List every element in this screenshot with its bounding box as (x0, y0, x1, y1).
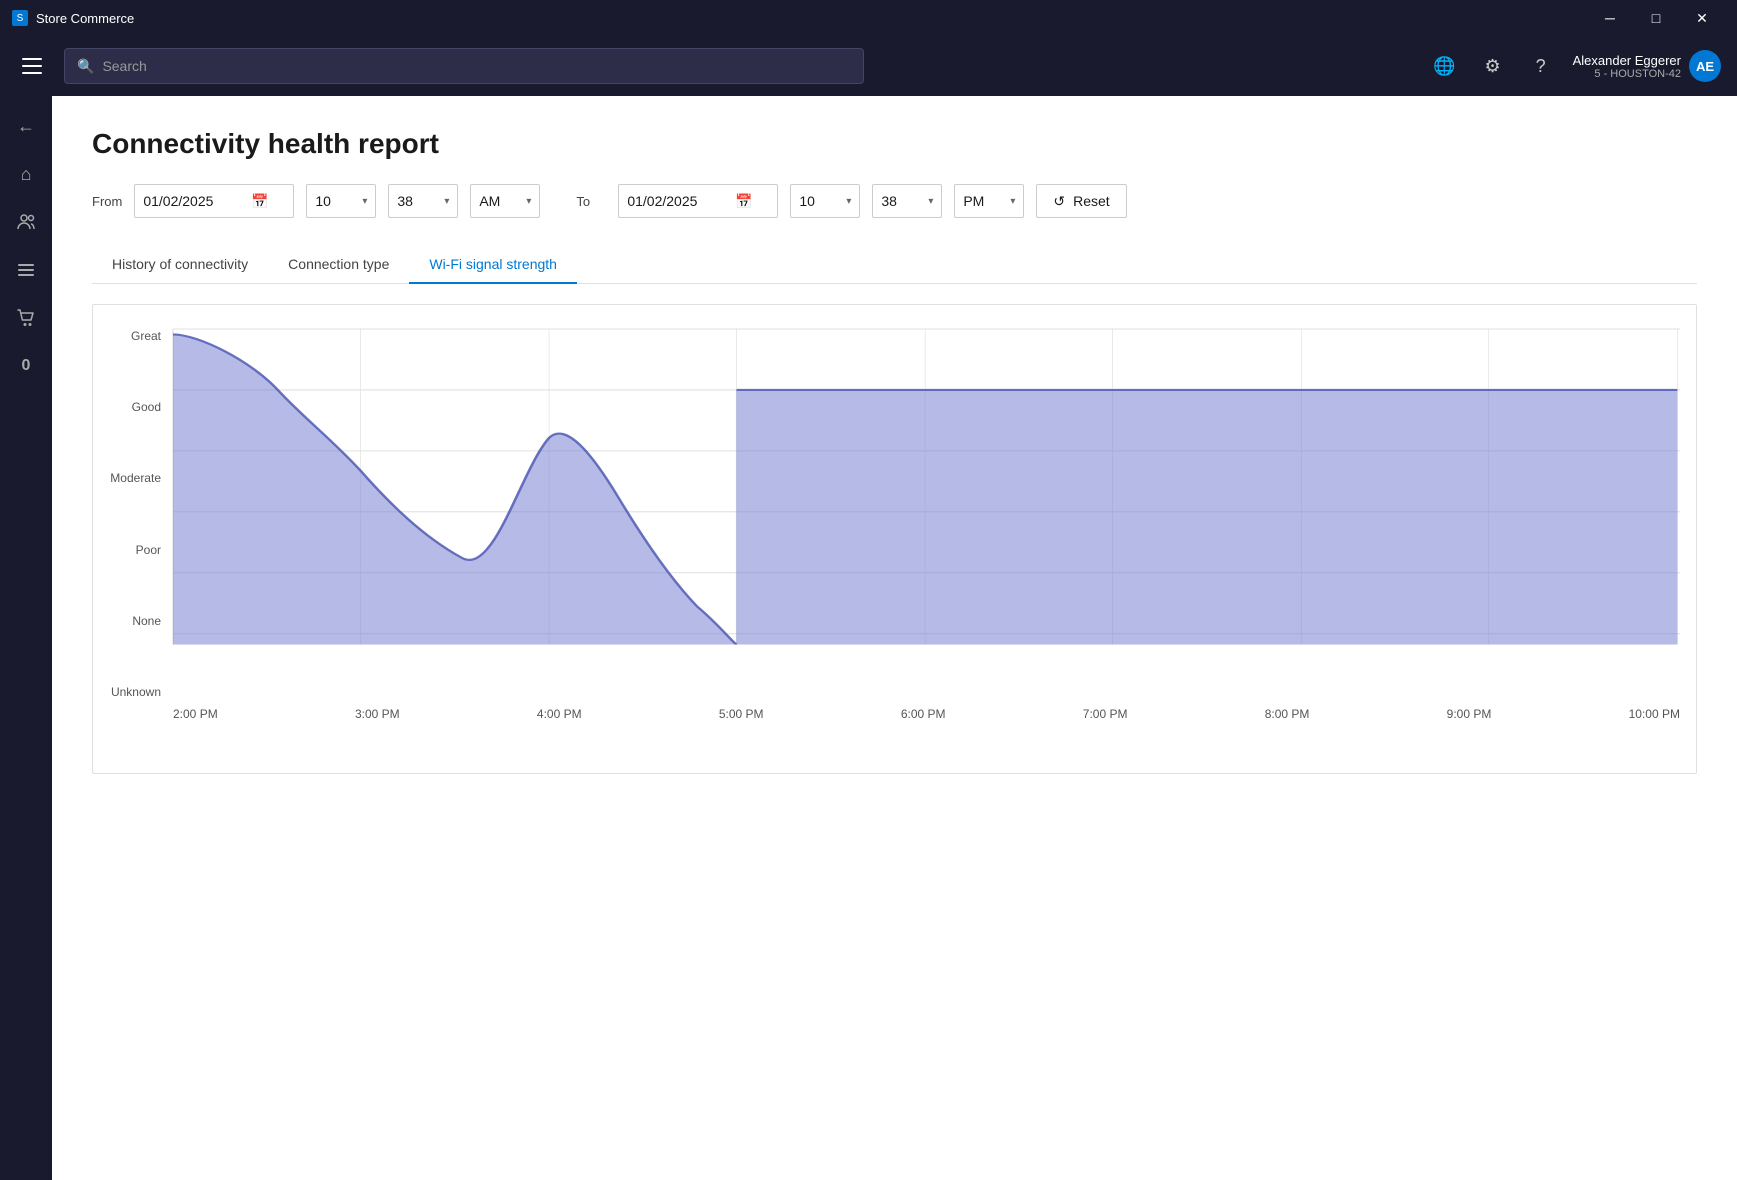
page-title: Connectivity health report (92, 128, 1697, 160)
from-hour-dropdown[interactable]: 10 ▾ (306, 184, 376, 218)
maximize-button[interactable]: □ (1633, 0, 1679, 36)
chart-container: Great Good Moderate Poor None Unknown (92, 304, 1697, 774)
sidebar-item-clients[interactable] (4, 200, 48, 244)
globe-icon[interactable]: 🌐 (1429, 50, 1461, 82)
from-ampm-dropdown[interactable]: AM ▾ (470, 184, 540, 218)
search-box[interactable]: 🔍 Search (64, 48, 864, 84)
from-hour-value: 10 (315, 193, 331, 209)
y-label-unknown: Unknown (111, 685, 161, 699)
to-minute-dropdown[interactable]: 38 ▾ (872, 184, 942, 218)
x-label-4pm: 4:00 PM (537, 707, 582, 721)
tabs: History of connectivity Connection type … (92, 246, 1697, 284)
title-bar: S Store Commerce ─ □ ✕ (0, 0, 1737, 36)
app-logo: S (12, 10, 28, 26)
x-label-2pm: 2:00 PM (173, 707, 218, 721)
x-label-6pm: 6:00 PM (901, 707, 946, 721)
chart-plot (173, 329, 1680, 699)
sidebar: ← ⌂ (0, 96, 52, 1180)
x-label-10pm: 10:00 PM (1629, 707, 1680, 721)
y-label-good: Good (132, 400, 161, 414)
from-ampm-value: AM (479, 193, 500, 209)
to-minute-value: 38 (881, 193, 897, 209)
from-date-input[interactable]: 📅 (134, 184, 294, 218)
to-hour-value: 10 (799, 193, 815, 209)
from-minute-arrow: ▾ (444, 196, 449, 207)
to-date-field[interactable] (627, 193, 727, 209)
sidebar-item-back[interactable]: ← (4, 104, 48, 148)
avatar[interactable]: AE (1689, 50, 1721, 82)
to-label: To (576, 194, 606, 209)
from-date-field[interactable] (143, 193, 243, 209)
x-label-7pm: 7:00 PM (1083, 707, 1128, 721)
y-label-poor: Poor (136, 543, 161, 557)
minimize-button[interactable]: ─ (1587, 0, 1633, 36)
chart-svg (173, 329, 1680, 699)
tab-history[interactable]: History of connectivity (92, 246, 268, 284)
to-date-input[interactable]: 📅 (618, 184, 778, 218)
to-ampm-dropdown[interactable]: PM ▾ (954, 184, 1024, 218)
to-hour-arrow: ▾ (846, 196, 851, 207)
from-minute-dropdown[interactable]: 38 ▾ (388, 184, 458, 218)
to-hour-dropdown[interactable]: 10 ▾ (790, 184, 860, 218)
chart-area: Great Good Moderate Poor None Unknown (93, 329, 1680, 749)
search-placeholder: Search (102, 58, 146, 74)
help-icon[interactable]: ? (1525, 50, 1557, 82)
search-icon: 🔍 (77, 58, 94, 75)
from-hour-arrow: ▾ (362, 196, 367, 207)
top-nav: 🔍 Search 🌐 ⚙ ? Alexander Eggerer 5 - HOU… (0, 36, 1737, 96)
x-label-3pm: 3:00 PM (355, 707, 400, 721)
tab-wifi[interactable]: Wi-Fi signal strength (409, 246, 577, 284)
user-info: Alexander Eggerer 5 - HOUSTON-42 AE (1573, 50, 1721, 82)
x-label-5pm: 5:00 PM (719, 707, 764, 721)
y-label-moderate: Moderate (110, 471, 161, 485)
x-axis: 2:00 PM 3:00 PM 4:00 PM 5:00 PM 6:00 PM … (173, 699, 1680, 749)
reset-icon: ↺ (1053, 193, 1065, 210)
app-name: Store Commerce (36, 11, 134, 26)
to-calendar-icon[interactable]: 📅 (735, 193, 752, 210)
from-ampm-arrow: ▾ (526, 196, 531, 207)
reset-button[interactable]: ↺ Reset (1036, 184, 1126, 218)
x-label-9pm: 9:00 PM (1447, 707, 1492, 721)
user-name: Alexander Eggerer (1573, 53, 1681, 68)
datetime-controls: From 📅 10 ▾ 38 ▾ AM ▾ To (92, 184, 1697, 218)
sidebar-item-cart[interactable] (4, 296, 48, 340)
from-calendar-icon[interactable]: 📅 (251, 193, 268, 210)
tab-connection[interactable]: Connection type (268, 246, 409, 284)
sidebar-item-zero[interactable]: 0 (4, 344, 48, 388)
hamburger-menu[interactable] (16, 50, 48, 82)
to-ampm-arrow: ▾ (1010, 196, 1015, 207)
close-button[interactable]: ✕ (1679, 0, 1725, 36)
y-label-great: Great (131, 329, 161, 343)
settings-icon[interactable]: ⚙ (1477, 50, 1509, 82)
user-subtitle: 5 - HOUSTON-42 (1594, 68, 1681, 80)
reset-label: Reset (1073, 193, 1110, 209)
sidebar-item-home[interactable]: ⌂ (4, 152, 48, 196)
y-axis: Great Good Moderate Poor None Unknown (93, 329, 173, 699)
content-area: Connectivity health report From 📅 10 ▾ 3… (52, 96, 1737, 1180)
sidebar-item-menu[interactable] (4, 248, 48, 292)
from-label: From (92, 194, 122, 209)
to-ampm-value: PM (963, 193, 984, 209)
x-label-8pm: 8:00 PM (1265, 707, 1310, 721)
y-label-none: None (132, 614, 161, 628)
to-minute-arrow: ▾ (928, 196, 933, 207)
window-controls: ─ □ ✕ (1587, 0, 1725, 36)
from-minute-value: 38 (397, 193, 413, 209)
